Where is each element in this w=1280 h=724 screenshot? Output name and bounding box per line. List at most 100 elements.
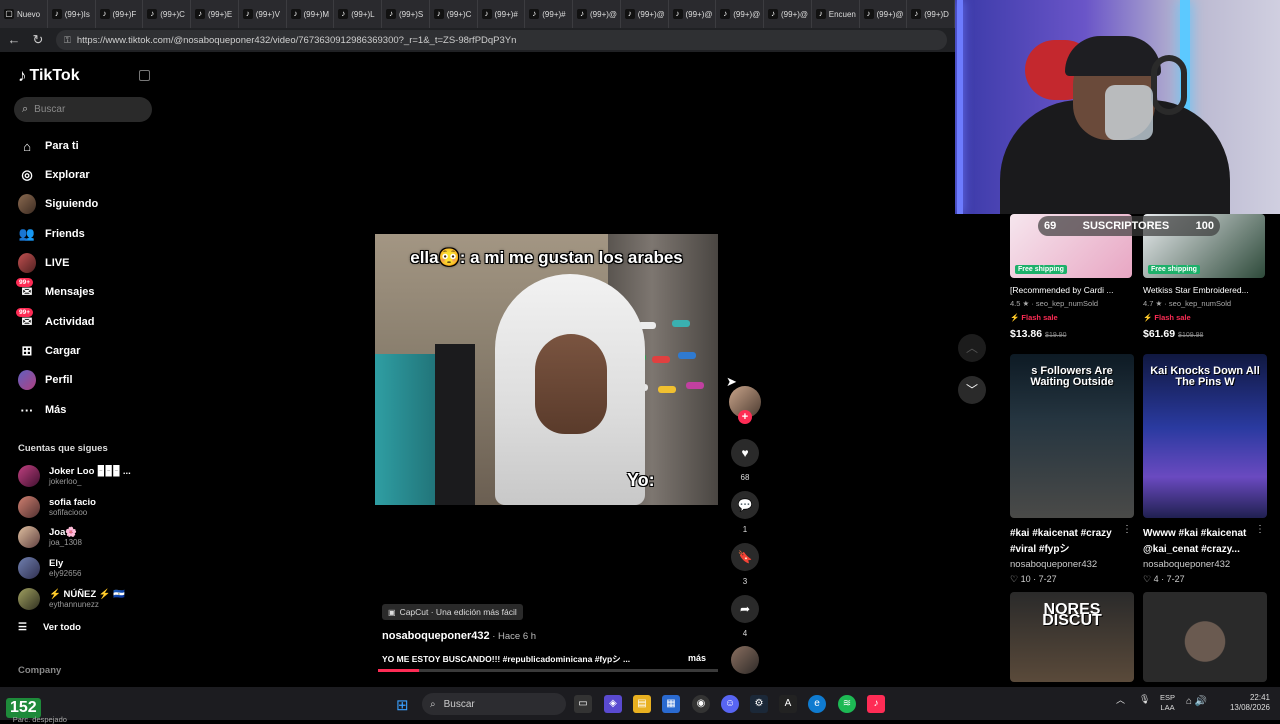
more-options-icon[interactable]: ⋮ bbox=[1255, 524, 1265, 535]
site-info-icon[interactable]: ⚿ bbox=[64, 35, 71, 46]
browser-tab[interactable]: ♪ (99+)E bbox=[191, 0, 239, 28]
browser-tab[interactable]: ♪ (99+)@ bbox=[860, 0, 908, 28]
comment-button[interactable]: 💬 1 bbox=[728, 491, 762, 534]
video-card[interactable]: Kai Knocks Down All The Pins W ⋮ Wwww #k… bbox=[1143, 354, 1267, 585]
video-card-author[interactable]: nosaboqueponer432 bbox=[1143, 559, 1267, 570]
company-link[interactable]: Company bbox=[18, 665, 61, 676]
browser-tab[interactable]: ♪ (99+)M bbox=[287, 0, 335, 28]
previous-video-button[interactable]: ︿ bbox=[958, 334, 986, 362]
more-options-icon[interactable]: ⋮ bbox=[1122, 524, 1132, 535]
tiktok-app-icon[interactable]: ♪ bbox=[867, 695, 885, 713]
sidebar-item-actividad[interactable]: ✉ 99+ Actividad bbox=[16, 308, 95, 333]
sidebar-item-más[interactable]: ··· Más bbox=[18, 399, 67, 421]
browser-tab-label: (99+)C bbox=[446, 9, 472, 19]
followed-account[interactable]: Joa🌸 joa_1308 bbox=[18, 524, 82, 550]
upload-icon: ⊞ bbox=[21, 343, 33, 358]
browser-tab[interactable]: ♪ (99+)# bbox=[478, 0, 526, 28]
tiktok-logo[interactable]: ♪ TikTok bbox=[18, 66, 80, 86]
video-player[interactable]: ella😳: a mi me gustan los arabes Yo: bbox=[375, 234, 718, 505]
chevron-up-icon[interactable]: ︿ bbox=[1116, 693, 1125, 706]
browser-tab-bar: ▢ Nuevo ♪ (99+)Is ♪ (99+)F ♪ (99+)C ♪ (99+)E ♪ (99+… bbox=[0, 0, 955, 28]
video-author[interactable]: nosaboqueponer432 bbox=[382, 630, 490, 642]
windows-start-icon[interactable]: ⊞ bbox=[396, 696, 409, 714]
browser-tab[interactable]: ♪ (99+)D bbox=[907, 0, 955, 28]
video-card-caption: Wwww #kai #kaicenat @kai_cenat #crazy... bbox=[1143, 528, 1247, 555]
webcam-overlay bbox=[955, 0, 1280, 214]
followed-account[interactable]: Ely ely92656 bbox=[18, 555, 81, 581]
reload-icon[interactable]: ↻ bbox=[28, 30, 48, 50]
browser-tab[interactable]: ♪ Encuen bbox=[812, 0, 860, 28]
browser-tab[interactable]: ♪ (99+)L bbox=[334, 0, 382, 28]
browser-tab[interactable]: ♪ (99+)C bbox=[143, 0, 191, 28]
sidebar-item-mensajes[interactable]: ✉ 99+ Mensajes bbox=[16, 278, 95, 303]
video-author-line[interactable]: nosaboqueponer432 · Hace 6 h bbox=[382, 630, 536, 642]
weather-widget[interactable]: 152 Parc. despejado bbox=[6, 691, 67, 724]
video-progress-bar[interactable] bbox=[378, 669, 718, 672]
browser-tab[interactable]: ▢ Nuevo bbox=[0, 0, 48, 28]
browser-tab-label: Encuen bbox=[828, 9, 856, 19]
system-tray[interactable]: ︿ 🎙 bbox=[1116, 693, 1150, 706]
more-button[interactable]: más bbox=[688, 653, 706, 663]
music-disc-avatar[interactable] bbox=[731, 646, 759, 674]
app-icon[interactable]: A bbox=[779, 695, 797, 713]
video-card[interactable]: s Followers Are Waiting Outside ⋮ #kai #… bbox=[1010, 354, 1134, 585]
store-icon[interactable]: ▦ bbox=[662, 695, 680, 713]
video-card-author[interactable]: nosaboqueponer432 bbox=[1010, 559, 1134, 570]
url-field[interactable]: ⚿ https://www.tiktok.com/@nosaboqueponer… bbox=[56, 30, 947, 50]
language-indicator[interactable]: ESP LAA bbox=[1160, 693, 1175, 713]
browser-tab[interactable]: ♪ (99+)F bbox=[96, 0, 144, 28]
file-explorer-icon[interactable]: ▤ bbox=[633, 695, 651, 713]
product-title: Wetkiss Star Embroidered... bbox=[1143, 285, 1249, 295]
followed-account[interactable]: Joker Loo 🁢🁢🁢 ... jokerloo_ bbox=[18, 463, 131, 489]
capcut-badge[interactable]: ▣ CapCut · Una edición más fácil bbox=[382, 604, 523, 620]
sidebar-item-live[interactable]: LIVE bbox=[18, 252, 69, 274]
browser-tab[interactable]: ♪ (99+)# bbox=[525, 0, 573, 28]
collapse-sidebar-icon[interactable] bbox=[139, 70, 150, 81]
obs-icon[interactable]: ◉ bbox=[692, 695, 710, 713]
share-button[interactable]: ➦ 4 bbox=[728, 595, 762, 638]
sidebar-item-siguiendo[interactable]: Siguiendo bbox=[18, 193, 98, 215]
next-video-button[interactable]: ﹀ bbox=[958, 376, 986, 404]
network-volume-icons[interactable]: ⌂ 🔊 bbox=[1186, 696, 1207, 707]
browser-tab[interactable]: ♪ (99+)S bbox=[382, 0, 430, 28]
video-card[interactable] bbox=[1143, 592, 1267, 682]
task-view-icon[interactable]: ▭ bbox=[574, 695, 592, 713]
see-all-button[interactable]: ☰ Ver todo bbox=[18, 622, 81, 633]
follow-plus-icon[interactable]: + bbox=[738, 410, 752, 424]
followed-account[interactable]: sofia facio sofifaciooo bbox=[18, 494, 96, 520]
clock[interactable]: 22:41 13/08/2026 bbox=[1226, 693, 1270, 713]
back-icon[interactable]: ← bbox=[4, 30, 24, 50]
product-title: [Recommended by Cardi ... bbox=[1010, 285, 1114, 295]
creator-avatar-button[interactable]: + bbox=[728, 386, 762, 424]
browser-tab[interactable]: ♪ (99+)V bbox=[239, 0, 287, 28]
mic-icon[interactable]: 🎙 bbox=[1139, 694, 1150, 705]
sidebar-item-explorar[interactable]: ◎ Explorar bbox=[18, 164, 89, 186]
followed-account[interactable]: ⚡ NÚÑEZ ⚡ 🇸🇻 eythannunezz bbox=[18, 586, 125, 612]
sidebar-item-para-ti[interactable]: ⌂ Para ti bbox=[18, 135, 79, 157]
sidebar-item-friends[interactable]: 👥 Friends bbox=[18, 223, 85, 245]
search-input[interactable]: ⌕ Buscar bbox=[14, 97, 152, 122]
browser-tab[interactable]: ♪ (99+)@ bbox=[764, 0, 812, 28]
copilot-icon[interactable]: ◈ bbox=[604, 695, 622, 713]
like-button[interactable]: ♥ 68 bbox=[728, 439, 762, 482]
browser-tab[interactable]: ♪ (99+)@ bbox=[716, 0, 764, 28]
sidebar-item-perfil[interactable]: Perfil bbox=[18, 369, 73, 391]
sidebar-item-cargar[interactable]: ⊞ Cargar bbox=[18, 340, 81, 362]
browser-tab[interactable]: ♪ (99+)@ bbox=[621, 0, 669, 28]
product-old-price: $109.98 bbox=[1178, 332, 1204, 339]
tiktok-note-icon: ♪ bbox=[18, 66, 27, 85]
steam-icon[interactable]: ⚙ bbox=[750, 695, 768, 713]
browser-tab[interactable]: ♪ (99+)C bbox=[430, 0, 478, 28]
video-thumbnail: Kai Knocks Down All The Pins W bbox=[1143, 354, 1267, 518]
save-button[interactable]: 🔖 3 bbox=[728, 543, 762, 586]
video-card[interactable]: NORES DISCUT bbox=[1010, 592, 1134, 682]
creator-avatar: + bbox=[729, 386, 761, 424]
discord-icon[interactable]: ☺ bbox=[721, 695, 739, 713]
taskbar-search-label: Buscar bbox=[443, 698, 475, 710]
browser-tab[interactable]: ♪ (99+)Is bbox=[48, 0, 96, 28]
browser-tab[interactable]: ♪ (99+)@ bbox=[573, 0, 621, 28]
spotify-icon[interactable]: ≋ bbox=[838, 695, 856, 713]
edge-icon[interactable]: e bbox=[808, 695, 826, 713]
browser-tab[interactable]: ♪ (99+)@ bbox=[669, 0, 717, 28]
taskbar-search[interactable]: ⌕ Buscar bbox=[422, 693, 566, 715]
